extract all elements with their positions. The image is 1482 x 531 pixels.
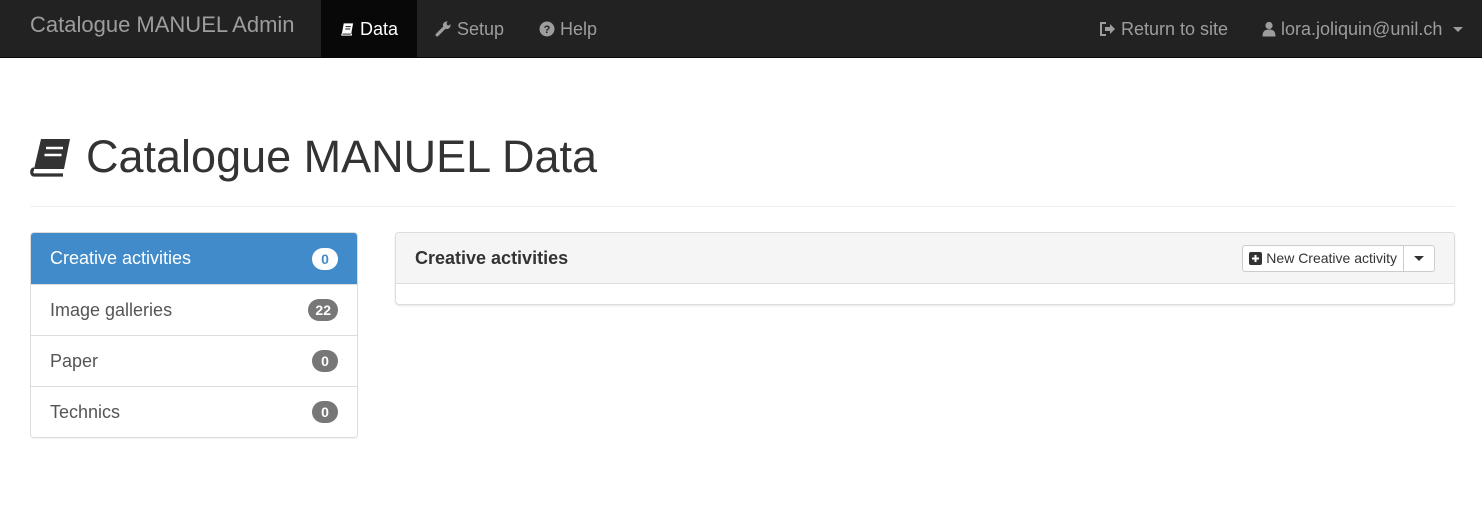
page-title: Catalogue MANUEL Data: [86, 131, 598, 182]
list-item-label: Technics: [50, 401, 121, 422]
nav-tab-data-label: Data: [359, 18, 398, 39]
data-type-list: Creative activities 0 Image galleries 22…: [30, 232, 358, 438]
nav-tab-data[interactable]: Data: [321, 0, 417, 57]
new-creative-activity-label: New Creative activity: [1266, 250, 1397, 266]
chevron-down-icon: [1414, 255, 1424, 261]
list-item-paper[interactable]: Paper 0: [31, 335, 357, 386]
content-panel: Creative activities New Creative activit…: [395, 232, 1455, 305]
new-item-dropdown-toggle[interactable]: [1404, 244, 1435, 272]
list-item-technics[interactable]: Technics 0: [31, 386, 357, 437]
nav-tab-help-label: Help: [560, 18, 598, 39]
user-email-label: lora.joliquin@unil.ch: [1281, 18, 1443, 39]
list-item-image-galleries[interactable]: Image galleries 22: [31, 284, 357, 335]
count-badge: 0: [312, 401, 338, 423]
chevron-down-icon: [1453, 27, 1464, 32]
question-circle-icon: ?: [539, 21, 555, 36]
nav-tab-setup-label: Setup: [457, 18, 505, 39]
plus-square-icon: [1249, 251, 1263, 265]
list-item-label: Paper: [50, 350, 99, 371]
navbar-brand[interactable]: Catalogue MANUEL Admin: [30, 0, 295, 50]
header-divider: [30, 206, 1455, 207]
panel-heading: Creative activities New Creative activit…: [396, 233, 1454, 284]
book-icon: [30, 139, 70, 177]
nav-tab-help[interactable]: ? Help: [520, 0, 616, 57]
svg-text:?: ?: [544, 24, 551, 36]
count-badge: 0: [312, 247, 338, 270]
count-badge: 22: [308, 299, 338, 321]
top-navbar: Catalogue MANUEL Admin Data Setup ? Help…: [0, 0, 1482, 58]
list-item-label: Creative activities: [50, 248, 192, 268]
wrench-icon: [435, 21, 451, 37]
list-item-label: Image galleries: [50, 299, 173, 320]
new-item-button-group: New Creative activity: [1242, 244, 1435, 272]
user-menu-dropdown[interactable]: lora.joliquin@unil.ch: [1243, 0, 1482, 57]
nav-tab-setup[interactable]: Setup: [416, 0, 523, 57]
return-to-site-label: Return to site: [1121, 18, 1229, 39]
list-item-creative-activities[interactable]: Creative activities 0: [31, 233, 357, 284]
panel-title: Creative activities: [415, 247, 569, 268]
page-header: Catalogue MANUEL Data: [30, 130, 597, 184]
user-icon: [1262, 21, 1276, 36]
book-icon: [341, 22, 354, 36]
new-creative-activity-button[interactable]: New Creative activity: [1242, 244, 1404, 272]
sign-out-icon: [1100, 21, 1115, 36]
count-badge: 0: [312, 350, 338, 372]
return-to-site-link[interactable]: Return to site: [1080, 0, 1247, 57]
